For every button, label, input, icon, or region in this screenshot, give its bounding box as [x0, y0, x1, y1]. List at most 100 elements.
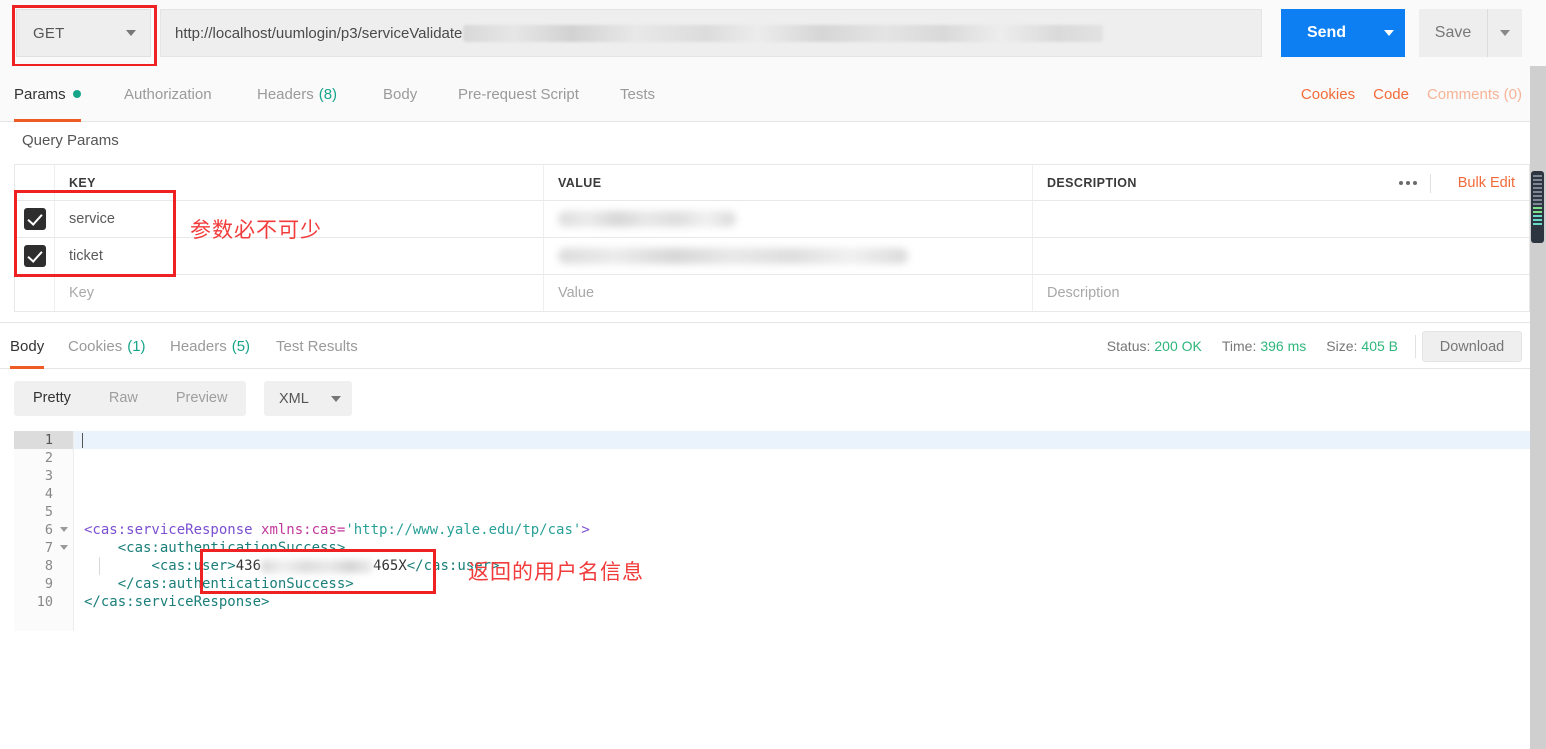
response-toolbar: Pretty Raw Preview XML	[0, 369, 1546, 429]
save-options-button[interactable]	[1488, 9, 1522, 57]
code-line[interactable]: <cas:authenticationSuccess>	[74, 539, 1530, 557]
tab-label: Tests	[620, 85, 656, 103]
view-raw[interactable]: Raw	[90, 381, 157, 416]
line-number-gutter: 1 2 3 4 5 6 7 8 9 10	[14, 431, 74, 631]
line-number: 2	[44, 450, 53, 466]
response-tab-bar: Body Cookies (1) Headers (5) Test Result…	[0, 322, 1546, 369]
scrollbar-thumb[interactable]	[1531, 171, 1544, 243]
tab-label: Params	[14, 85, 66, 103]
view-preview[interactable]: Preview	[157, 381, 247, 416]
bulk-edit-button[interactable]: Bulk Edit	[1458, 175, 1515, 191]
http-method-select[interactable]: GET	[16, 9, 151, 57]
code-line[interactable]: <cas:user>436 465X</cas:user>	[74, 557, 1530, 575]
status-metric: Status: 200 OK	[1107, 338, 1202, 354]
line-number-text: 7	[44, 540, 53, 556]
fold-arrow-icon[interactable]	[60, 545, 68, 550]
line-number: 7	[14, 539, 73, 557]
request-utility-links: Cookies Code Comments (0)	[1301, 66, 1522, 122]
line-number: 3	[44, 468, 53, 484]
tab-label: Body	[10, 337, 45, 355]
size-metric: Size: 405 B	[1326, 338, 1398, 354]
size-label: Size:	[1326, 338, 1358, 354]
response-meta: Status: 200 OK Time: 396 ms Size: 405 B	[1107, 323, 1398, 369]
comments-link[interactable]: Comments (0)	[1427, 86, 1522, 103]
tab-label: Headers	[257, 85, 314, 103]
code-line[interactable]	[74, 485, 1530, 503]
param-value-redacted[interactable]	[558, 248, 908, 264]
code-line[interactable]: </cas:serviceResponse>	[74, 593, 1530, 611]
tab-count: (1)	[127, 337, 146, 355]
save-button[interactable]: Save	[1419, 9, 1488, 57]
param-key[interactable]: service	[69, 211, 115, 227]
row-checkbox-cell	[15, 275, 55, 311]
view-pretty[interactable]: Pretty	[14, 381, 90, 416]
divider	[1430, 174, 1431, 193]
row-checkbox-cell[interactable]	[15, 201, 55, 237]
tab-tests[interactable]: Tests	[620, 66, 655, 122]
query-params-title: Query Params	[22, 132, 119, 149]
line-number: 5	[44, 504, 53, 520]
annotation-username-note: 返回的用户名信息	[468, 560, 644, 584]
url-text: http://localhost/uumlogin/p3/serviceVali…	[175, 24, 463, 42]
cas-user-value-prefix: 436	[235, 558, 262, 574]
tab-body[interactable]: Body	[383, 66, 417, 122]
scrollbar-thumb-bars	[1533, 175, 1542, 227]
tab-label: Cookies	[68, 337, 123, 355]
cookies-link[interactable]: Cookies	[1301, 86, 1355, 103]
table-header-row: KEY VALUE DESCRIPTION Bulk Edit	[14, 164, 1530, 201]
tab-label: Authorization	[124, 85, 212, 103]
tab-params[interactable]: Params	[14, 66, 81, 122]
line-number: 6	[14, 521, 73, 539]
code-line[interactable]: </cas:authenticationSuccess>	[74, 575, 1530, 593]
checkbox-checked-icon[interactable]	[23, 208, 46, 230]
code-line[interactable]: <cas:serviceResponse xmlns:cas='http://w…	[74, 521, 1530, 539]
code-line[interactable]	[74, 503, 1530, 521]
annotation-params-note: 参数必不可少	[190, 218, 322, 242]
tab-response-cookies[interactable]: Cookies (1)	[68, 323, 146, 369]
description-placeholder[interactable]: Description	[1047, 285, 1120, 301]
code-lines: <cas:serviceResponse xmlns:cas='http://w…	[74, 431, 1530, 611]
header-key: KEY	[69, 175, 96, 190]
tab-authorization[interactable]: Authorization	[124, 66, 212, 122]
code-line-active[interactable]	[74, 431, 1530, 449]
time-metric: Time: 396 ms	[1222, 338, 1306, 354]
row-checkbox-cell[interactable]	[15, 238, 55, 274]
format-label: XML	[279, 390, 309, 407]
header-description: DESCRIPTION	[1047, 175, 1137, 190]
url-input[interactable]: http://localhost/uumlogin/p3/serviceVali…	[160, 9, 1262, 57]
tab-response-headers[interactable]: Headers (5)	[170, 323, 250, 369]
line-number-text: 6	[44, 522, 53, 538]
response-code-viewer[interactable]: 1 2 3 4 5 6 7 8 9 10 <cas:serviceRespons…	[14, 431, 1530, 631]
status-value: 200 OK	[1154, 338, 1202, 354]
send-button[interactable]: Send	[1281, 9, 1372, 57]
active-tab-underline	[14, 119, 81, 122]
tab-response-body[interactable]: Body	[10, 323, 45, 369]
param-value-redacted[interactable]	[558, 211, 736, 227]
response-view-switch: Pretty Raw Preview	[14, 381, 247, 416]
value-placeholder[interactable]: Value	[558, 285, 594, 301]
tab-count: (5)	[231, 337, 251, 355]
tab-pre-request-script[interactable]: Pre-request Script	[458, 66, 579, 122]
status-label: Status:	[1106, 338, 1151, 354]
param-key[interactable]: ticket	[69, 248, 103, 264]
download-button[interactable]: Download	[1422, 331, 1522, 362]
response-format-select[interactable]: XML	[264, 381, 352, 416]
tab-label: Test Results	[276, 337, 358, 355]
chevron-down-icon	[1500, 30, 1510, 36]
code-link[interactable]: Code	[1373, 86, 1409, 103]
code-line[interactable]	[74, 467, 1530, 485]
vertical-scrollbar[interactable]	[1530, 66, 1546, 749]
tab-label: Headers	[170, 337, 227, 355]
header-value: VALUE	[558, 175, 602, 190]
checkbox-checked-icon[interactable]	[23, 245, 46, 267]
tab-test-results[interactable]: Test Results	[276, 323, 358, 369]
more-options-icon[interactable]	[1399, 180, 1417, 185]
fold-arrow-icon[interactable]	[60, 527, 68, 532]
chevron-down-icon	[331, 395, 341, 402]
tab-headers[interactable]: Headers (8)	[257, 66, 337, 122]
request-tab-bar: Params Authorization Headers (8) Body Pr…	[0, 66, 1546, 122]
code-line[interactable]	[74, 449, 1530, 467]
table-empty-row[interactable]: Key Value Description	[14, 275, 1530, 312]
send-options-button[interactable]	[1372, 9, 1405, 57]
key-placeholder[interactable]: Key	[69, 285, 94, 301]
